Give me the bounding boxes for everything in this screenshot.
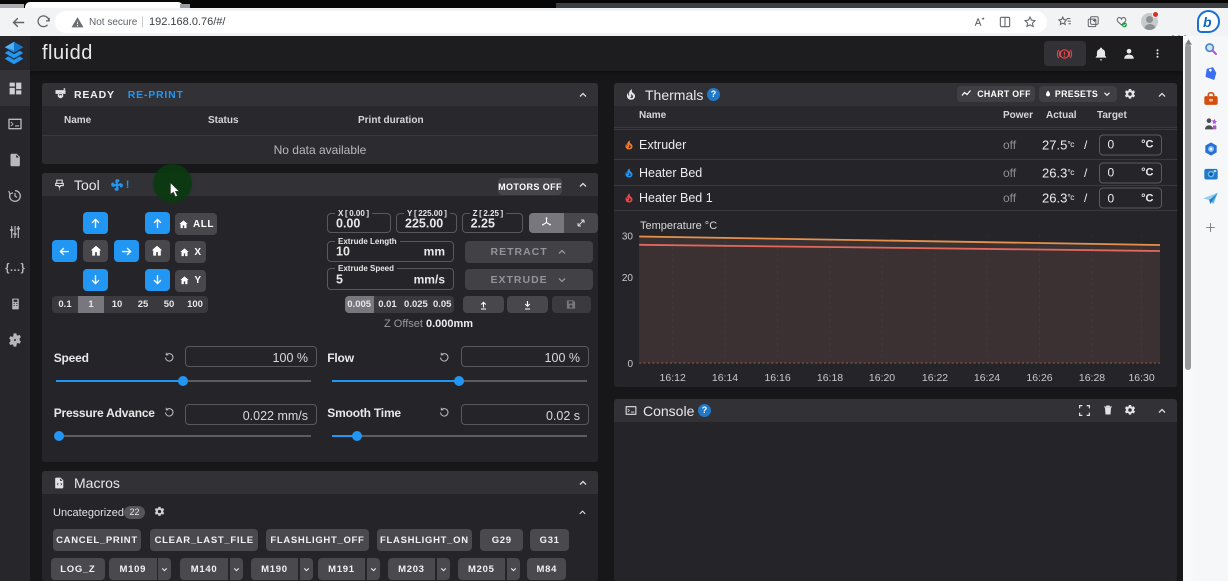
svg-text:16:26: 16:26 bbox=[1026, 372, 1052, 384]
svg-text:30: 30 bbox=[622, 232, 634, 243]
svg-text:16:22: 16:22 bbox=[922, 372, 948, 384]
svg-text:16:12: 16:12 bbox=[660, 372, 686, 384]
svg-text:0: 0 bbox=[627, 359, 633, 370]
svg-text:20: 20 bbox=[622, 273, 634, 284]
svg-text:16:20: 16:20 bbox=[869, 372, 895, 384]
svg-text:16:14: 16:14 bbox=[712, 372, 738, 384]
svg-text:16:24: 16:24 bbox=[974, 372, 1000, 384]
svg-text:Temperature °C: Temperature °C bbox=[640, 220, 717, 232]
svg-text:16:16: 16:16 bbox=[764, 372, 790, 384]
svg-text:16:18: 16:18 bbox=[817, 372, 843, 384]
svg-text:16:30: 16:30 bbox=[1128, 372, 1154, 384]
svg-text:16:28: 16:28 bbox=[1079, 372, 1105, 384]
